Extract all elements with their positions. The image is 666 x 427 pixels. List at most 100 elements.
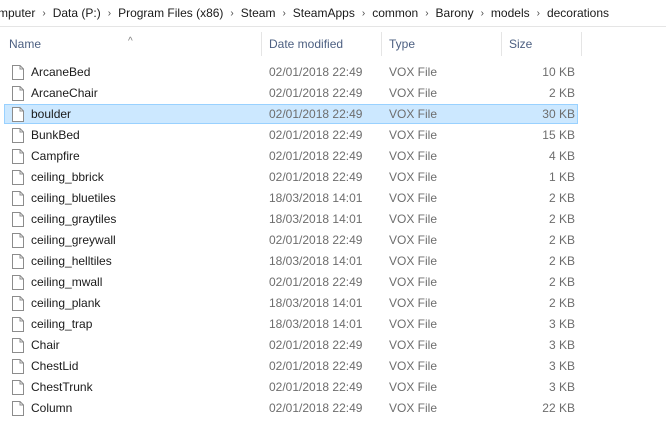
file-type: VOX File [389,380,438,394]
table-row[interactable]: ceiling_bbrick 02/01/2018 22:49 VOX File 1 … [4,167,578,187]
file-type: VOX File [389,275,438,289]
file-name: ceiling_greywall [31,233,116,247]
file-size: 1 KB [548,170,575,184]
file-size: 3 KB [548,359,575,373]
column-header-date[interactable]: Date modified [262,30,382,58]
file-name: ceiling_helltiles [31,254,112,268]
column-header-date-label: Date modified [269,37,344,51]
file-size: 2 KB [548,296,575,310]
file-icon [12,149,24,164]
file-date-modified: 02/01/2018 22:49 [269,233,363,247]
file-date-modified: 18/03/2018 14:01 [269,317,363,331]
table-row[interactable]: ceiling_plank 18/03/2018 14:01 VOX File 2 K… [4,293,578,313]
breadcrumb-item[interactable]: mputer [0,6,38,20]
breadcrumb: mputer › Data (P:) › Program Files (x86) › Ste… [0,0,666,27]
table-row[interactable]: ArcaneBed 02/01/2018 22:49 VOX File 10 KB [4,62,578,82]
file-icon [12,359,24,374]
table-row[interactable]: ceiling_bluetiles 18/03/2018 14:01 VOX Fil… [4,188,578,208]
file-icon [12,317,24,332]
column-header-name-label: Name [9,37,42,51]
file-date-modified: 18/03/2018 14:01 [269,191,363,205]
file-type: VOX File [389,212,438,226]
breadcrumb-separator-icon[interactable]: › [278,8,289,19]
table-row[interactable]: ceiling_graytiles 18/03/2018 14:01 VOX Fil… [4,209,578,229]
breadcrumb-separator-icon[interactable]: › [421,8,432,19]
file-name: ceiling_plank [31,296,101,310]
file-size: 2 KB [548,275,575,289]
breadcrumb-separator-icon[interactable]: › [477,8,488,19]
table-row[interactable]: BunkBed 02/01/2018 22:49 VOX File 15 KB [4,125,578,145]
file-size: 2 KB [548,212,575,226]
file-name: Campfire [31,149,80,163]
breadcrumb-item[interactable]: Program Files (x86) [115,6,226,20]
file-size: 3 KB [548,338,575,352]
breadcrumb-item[interactable]: SteamApps [290,6,358,20]
file-date-modified: 18/03/2018 14:01 [269,212,363,226]
file-name: ceiling_mwall [31,275,103,289]
file-date-modified: 02/01/2018 22:49 [269,380,363,394]
breadcrumb-item[interactable]: Data (P:) [50,6,104,20]
file-icon [12,380,24,395]
file-size: 4 KB [548,149,575,163]
file-size: 22 KB [542,401,575,415]
file-size: 2 KB [548,254,575,268]
breadcrumb-separator-icon[interactable]: › [358,8,369,19]
table-row[interactable]: ceiling_trap 18/03/2018 14:01 VOX File 3 KB [4,314,578,334]
breadcrumb-separator-icon[interactable]: › [226,8,237,19]
sort-ascending-icon: ^ [128,36,133,47]
column-header-size-label: Size [509,37,533,51]
breadcrumb-item[interactable]: common [369,6,421,20]
file-name: boulder [31,107,72,121]
file-size: 3 KB [548,317,575,331]
file-date-modified: 02/01/2018 22:49 [269,86,363,100]
column-header-size[interactable]: Size [502,30,582,58]
table-row[interactable]: ChestLid 02/01/2018 22:49 VOX File 3 KB [4,356,578,376]
file-date-modified: 02/01/2018 22:49 [269,149,363,163]
file-size: 2 KB [548,233,575,247]
breadcrumb-separator-icon[interactable]: › [533,8,544,19]
breadcrumb-separator-icon[interactable]: › [104,8,115,19]
file-date-modified: 02/01/2018 22:49 [269,338,363,352]
file-date-modified: 02/01/2018 22:49 [269,401,363,415]
table-row[interactable]: boulder 02/01/2018 22:49 VOX File 30 KB [4,104,578,124]
file-date-modified: 02/01/2018 22:49 [269,170,363,184]
breadcrumb-item[interactable]: models [488,6,533,20]
column-header-type-label: Type [389,37,416,51]
file-icon [12,338,24,353]
file-date-modified: 18/03/2018 14:01 [269,254,363,268]
file-name: ChestLid [31,359,79,373]
file-size: 2 KB [548,191,575,205]
file-icon [12,254,24,269]
table-row[interactable]: Campfire 02/01/2018 22:49 VOX File 4 KB [4,146,578,166]
file-name: ceiling_trap [31,317,93,331]
file-date-modified: 02/01/2018 22:49 [269,128,363,142]
table-row[interactable]: ArcaneChair 02/01/2018 22:49 VOX File 2 KB [4,83,578,103]
file-type: VOX File [389,107,438,121]
column-header-name[interactable]: Name ^ [0,30,262,58]
table-row[interactable]: ChestTrunk 02/01/2018 22:49 VOX File 3 KB [4,377,578,397]
file-type: VOX File [389,296,438,310]
table-row[interactable]: Column 02/01/2018 22:49 VOX File 22 KB [4,398,578,418]
file-date-modified: 02/01/2018 22:49 [269,65,363,79]
breadcrumb-item[interactable]: Steam [238,6,279,20]
file-name: ceiling_bluetiles [31,191,116,205]
file-type: VOX File [389,338,438,352]
file-icon [12,275,24,290]
file-size: 15 KB [542,128,575,142]
file-icon [12,401,24,416]
file-date-modified: 02/01/2018 22:49 [269,275,363,289]
file-type: VOX File [389,86,438,100]
breadcrumb-item[interactable]: Barony [433,6,477,20]
table-row[interactable]: ceiling_helltiles 18/03/2018 14:01 VOX Fil… [4,251,578,271]
column-header-type[interactable]: Type [382,30,502,58]
file-icon [12,296,24,311]
file-type: VOX File [389,149,438,163]
breadcrumb-item[interactable]: decorations [544,6,612,20]
file-date-modified: 02/01/2018 22:49 [269,107,363,121]
table-row[interactable]: ceiling_mwall 02/01/2018 22:49 VOX File 2 K… [4,272,578,292]
breadcrumb-separator-icon[interactable]: › [38,8,49,19]
table-row[interactable]: ceiling_greywall 02/01/2018 22:49 VOX File… [4,230,578,250]
column-divider[interactable] [581,32,582,56]
file-size: 10 KB [542,65,575,79]
table-row[interactable]: Chair 02/01/2018 22:49 VOX File 3 KB [4,335,578,355]
